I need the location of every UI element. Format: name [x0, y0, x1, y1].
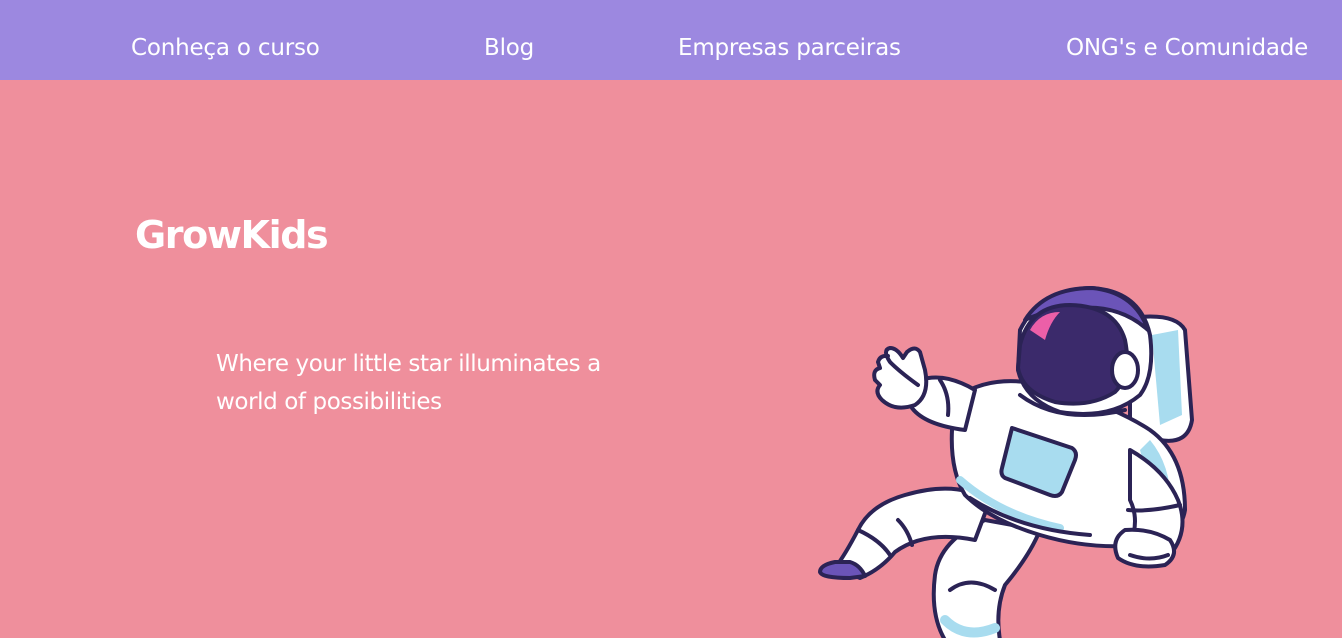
landing-page: Conheça o curso Blog Empresas parceiras … [0, 0, 1342, 638]
nav-link-ongs-e-comunidade[interactable]: ONG's e Comunidade [1066, 30, 1308, 66]
nav-link-blog[interactable]: Blog [484, 30, 534, 66]
nav-link-conheca-o-curso[interactable]: Conheça o curso [131, 30, 320, 66]
nav-link-empresas-parceiras[interactable]: Empresas parceiras [678, 30, 901, 66]
top-navbar: Conheça o curso Blog Empresas parceiras … [0, 0, 1342, 80]
brand-title: GrowKids [135, 213, 329, 258]
astronaut-illustration [818, 286, 1194, 638]
hero-tagline: Where your little star illuminates a wor… [216, 351, 601, 415]
